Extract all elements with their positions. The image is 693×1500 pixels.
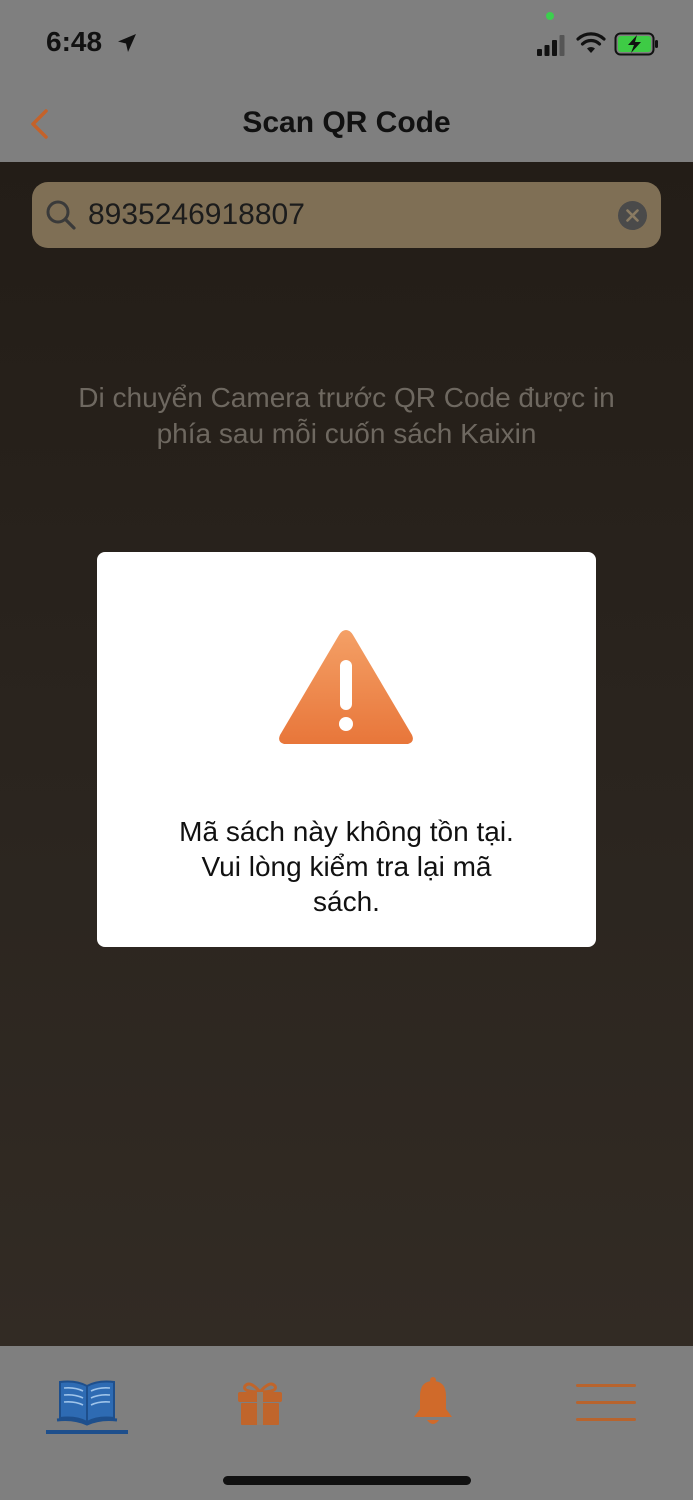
dialog-message-line-2: Vui lòng kiểm tra lại mã	[201, 851, 492, 882]
search-icon	[46, 200, 76, 230]
cellular-signal-icon	[537, 35, 565, 56]
gift-icon	[238, 1382, 282, 1425]
warning-icon	[279, 630, 413, 744]
wifi-icon	[576, 32, 606, 53]
tab-bar	[0, 1346, 693, 1500]
menu-icon	[576, 1384, 636, 1421]
clear-search-icon[interactable]	[618, 201, 647, 230]
search-bar	[32, 182, 661, 248]
scan-instruction: Di chuyển Camera trước QR Code được in p…	[40, 380, 653, 452]
home-indicator[interactable]	[223, 1476, 471, 1485]
page-title: Scan QR Code	[242, 106, 451, 139]
error-dialog: Mã sách này không tồn tại. Vui lòng kiểm…	[97, 552, 596, 947]
selected-tab-indicator	[46, 1430, 128, 1434]
dialog-message-line-1: Mã sách này không tồn tại.	[179, 816, 514, 847]
navigation-bar: Scan QR Code	[0, 88, 693, 162]
scan-instruction-line-2: phía sau mỗi cuốn sách Kaixin	[156, 418, 537, 449]
scan-instruction-line-1: Di chuyển Camera trước QR Code được in	[78, 382, 615, 413]
tab-menu[interactable]	[566, 1346, 644, 1446]
status-bar: 6:48	[0, 0, 693, 88]
dialog-message: Mã sách này không tồn tại. Vui lòng kiểm…	[127, 814, 566, 919]
tab-notifications[interactable]	[394, 1346, 472, 1446]
privacy-indicator-dot	[546, 12, 554, 20]
location-arrow-icon	[118, 34, 136, 52]
chevron-left-icon[interactable]	[26, 106, 54, 142]
tab-gifts[interactable]	[222, 1346, 298, 1446]
scan-qr-screen: 6:48 Scan QR Code 8935246918807 Di chuyể…	[0, 0, 693, 1500]
tab-books[interactable]	[44, 1346, 130, 1446]
bell-icon	[414, 1377, 452, 1424]
battery-charging-icon	[614, 32, 658, 56]
search-input[interactable]	[88, 182, 608, 248]
dialog-message-line-3: sách.	[313, 886, 380, 917]
book-icon	[56, 1380, 118, 1426]
status-time: 6:48	[46, 26, 103, 57]
